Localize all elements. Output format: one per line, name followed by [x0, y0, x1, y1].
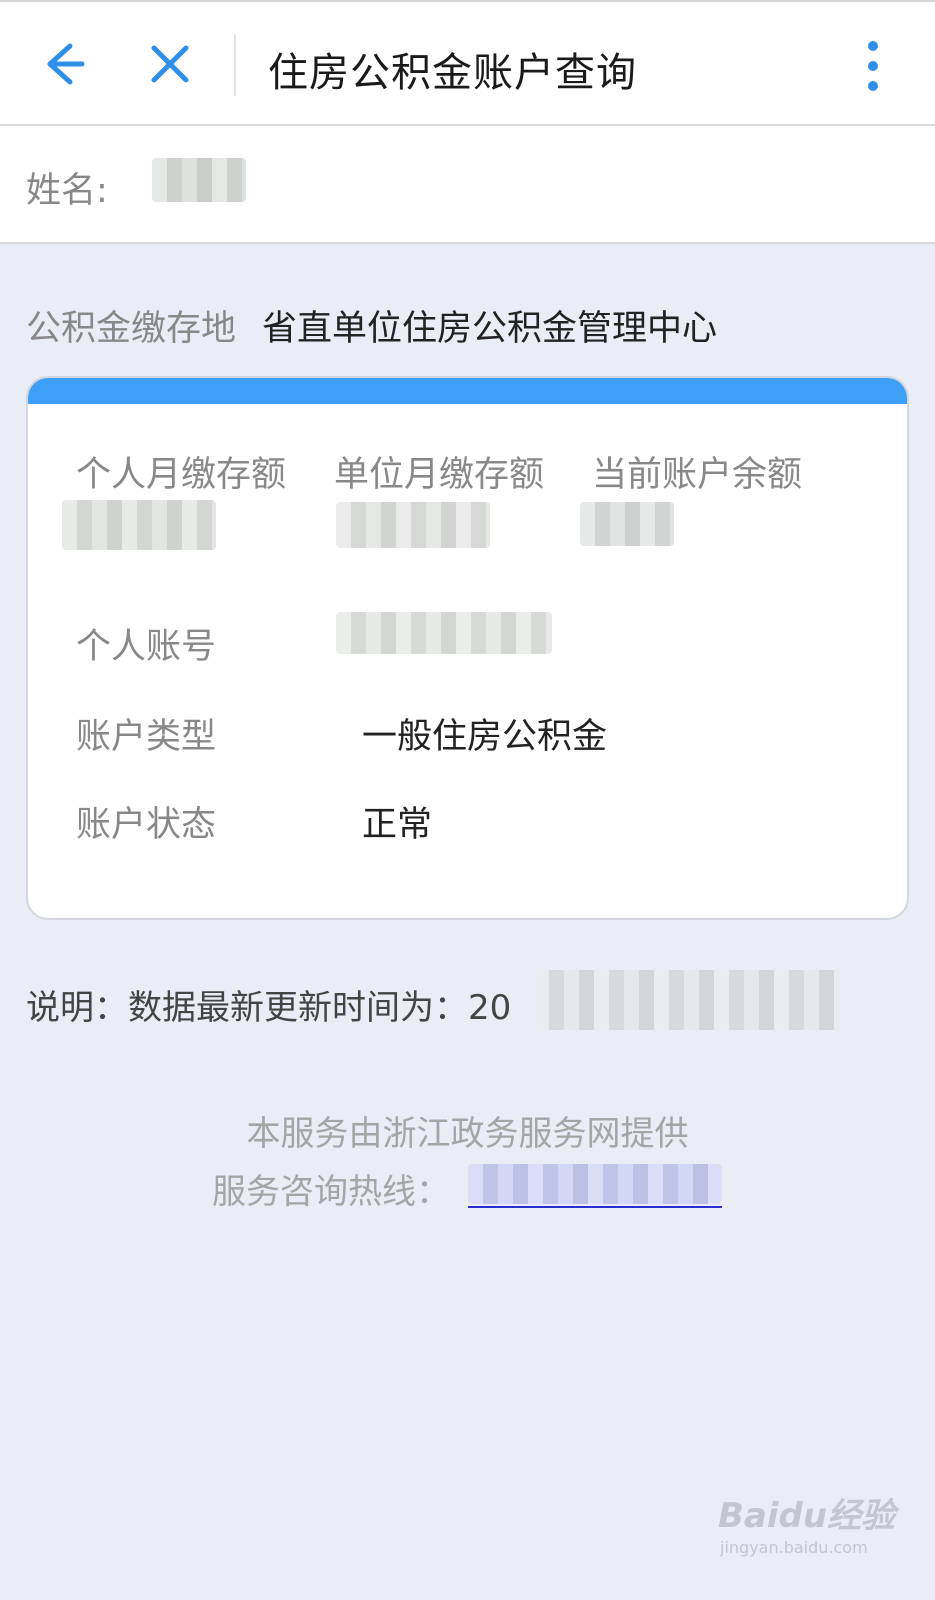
baidu-jingyan-watermark: Baidu经验 jingyan.baidu.com [718, 1488, 895, 1568]
account-balance-label: 当前账户余额 [592, 455, 803, 495]
account-status-value: 正常 [362, 805, 433, 845]
name-redacted [152, 158, 246, 202]
more-menu-button[interactable] [858, 38, 888, 94]
hotline-number-redacted [468, 1164, 722, 1204]
card-accent-bar [28, 378, 907, 404]
deposit-place-label: 公积金缴存地 [26, 309, 237, 349]
name-label: 姓名: [26, 171, 108, 211]
close-icon [151, 45, 189, 83]
account-card: 个人月缴存额 单位月缴存额 当前账户余额 个人账号 账户类型 一般住房公积金 账… [26, 376, 909, 920]
employer-monthly-deposit-redacted [336, 502, 490, 548]
account-number-redacted [336, 612, 552, 654]
personal-monthly-deposit-redacted [62, 500, 216, 550]
update-time-redacted [534, 970, 842, 1030]
watermark-url: jingyan.baidu.com [720, 1538, 868, 1557]
watermark-logo: Baidu经验 [718, 1496, 896, 1536]
more-vertical-icon [868, 41, 878, 91]
account-number-label: 个人账号 [76, 627, 217, 667]
hotline-link[interactable] [468, 1164, 722, 1208]
name-row: 姓名: [0, 126, 935, 244]
page-title: 住房公积金账户查询 [268, 50, 637, 96]
account-status-label: 账户状态 [76, 805, 217, 845]
deposit-place-row: 公积金缴存地 省直单位住房公积金管理中心 [26, 300, 717, 351]
account-type-label: 账户类型 [76, 717, 217, 757]
update-time-note: 说明：数据最新更新时间为：20 [26, 988, 512, 1028]
arrow-left-icon [47, 43, 85, 85]
personal-monthly-deposit-label: 个人月缴存额 [76, 455, 287, 495]
deposit-place-value: 省直单位住房公积金管理中心 [262, 309, 718, 349]
service-provider-text: 本服务由浙江政务服务网提供 [246, 1114, 689, 1154]
account-balance-redacted [580, 502, 674, 546]
employer-monthly-deposit-label: 单位月缴存额 [334, 455, 545, 495]
header-divider [234, 34, 236, 96]
top-bar: 住房公积金账户查询 [0, 0, 935, 126]
account-type-value: 一般住房公积金 [362, 717, 608, 757]
back-button[interactable] [30, 32, 94, 96]
close-button[interactable] [138, 32, 202, 96]
hotline-label: 服务咨询热线： [212, 1172, 450, 1212]
